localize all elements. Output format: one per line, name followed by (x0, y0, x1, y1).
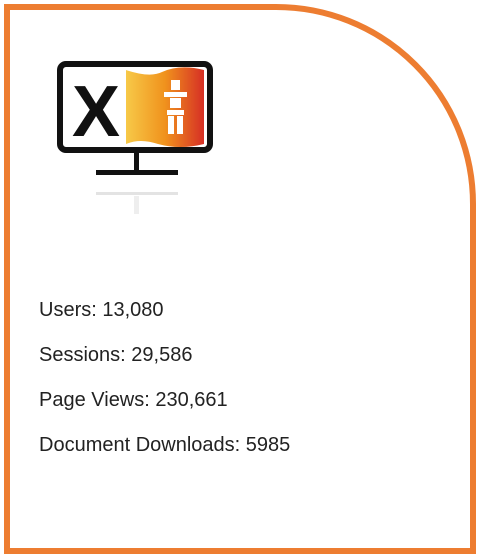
stat-users: Users: 13,080 (39, 299, 164, 321)
stat-document-downloads: Document Downloads: 5985 (39, 434, 291, 456)
stat-sessions: Sessions: 29,586 (39, 344, 193, 366)
svg-text:X: X (72, 72, 120, 152)
stat-page-views: Page Views: 230,661 (39, 389, 228, 411)
stats-list: Users: 13,080 Sessions: 29,586 Page View… (39, 295, 290, 475)
stats-card: X Users: 13,080 Sessions: 29,586 Page Vi… (4, 4, 476, 554)
monitor-logo-icon: X (57, 61, 213, 214)
